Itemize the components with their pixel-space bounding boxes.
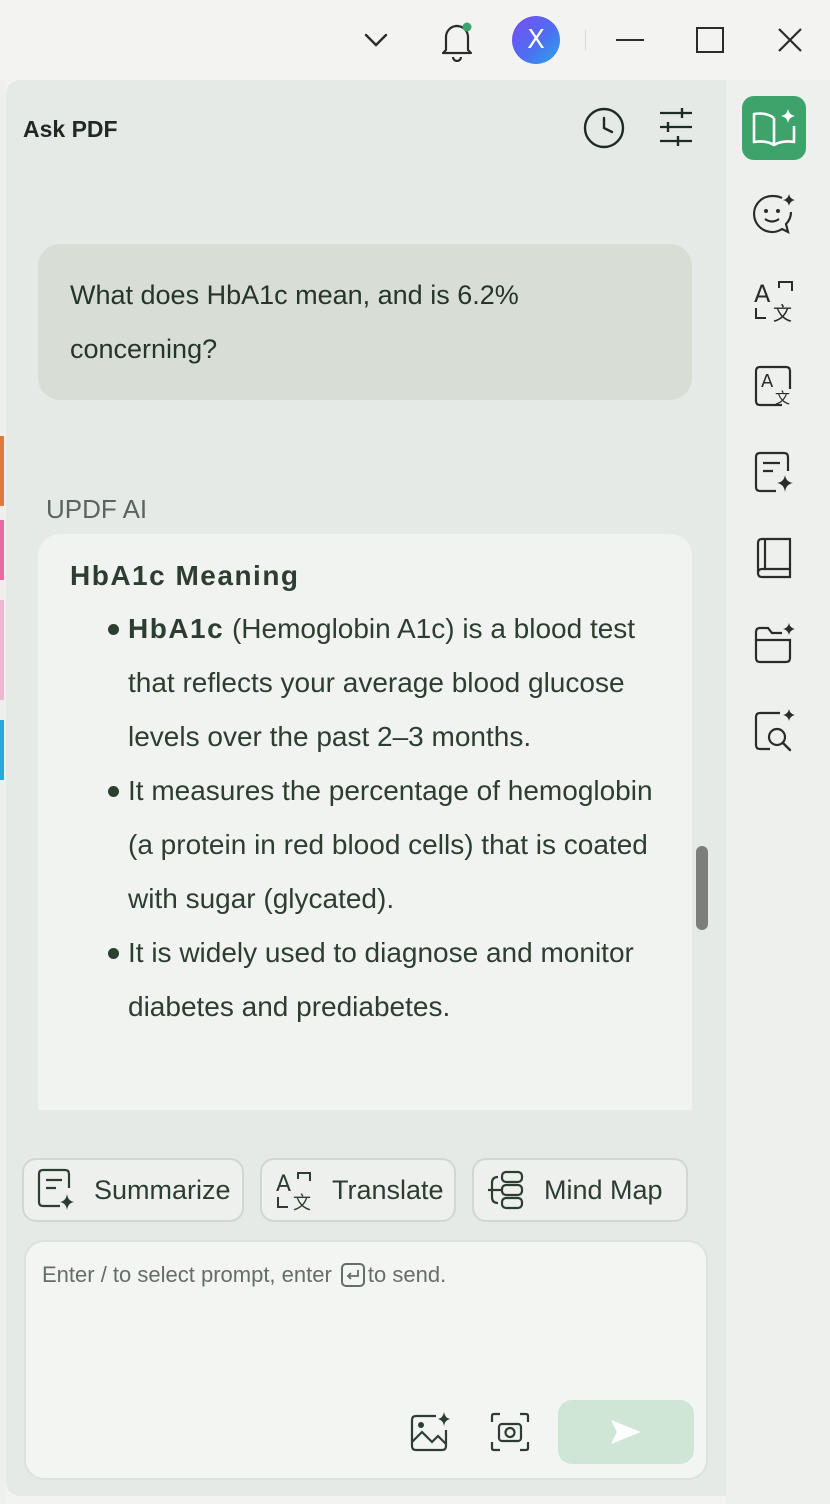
divider	[585, 30, 586, 50]
image-upload-icon[interactable]	[408, 1410, 452, 1458]
edge-mark	[0, 520, 4, 580]
ask-pdf-panel: Ask PDF What does HbA1c mean, and is 6.2…	[6, 80, 726, 1496]
svg-text:文: 文	[773, 303, 792, 322]
screenshot-icon[interactable]	[488, 1410, 532, 1458]
settings-sliders-icon[interactable]	[656, 106, 696, 152]
summarize-icon	[37, 1168, 74, 1210]
edge-mark	[0, 600, 4, 700]
svg-text:A: A	[276, 1172, 291, 1197]
chip-label: Summarize	[94, 1174, 231, 1205]
ai-folder-icon[interactable]	[742, 612, 806, 676]
bullet-bold-term: HbA1c	[128, 613, 225, 644]
list-item: It is widely used to diagnose and monito…	[108, 926, 662, 1034]
prompt-input[interactable]: Enter / to select prompt, enter to send.	[24, 1240, 708, 1480]
mind-map-icon	[488, 1170, 524, 1210]
minimize-icon[interactable]	[610, 20, 650, 60]
panel-title: Ask PDF	[23, 116, 118, 142]
response-heading: HbA1c Meaning	[70, 560, 300, 591]
scrollbar-thumb[interactable]	[696, 846, 708, 930]
ask-pdf-icon[interactable]	[742, 96, 806, 160]
chip-label: Translate	[332, 1174, 444, 1205]
enter-key-icon	[340, 1263, 365, 1287]
close-icon[interactable]	[770, 20, 810, 60]
response-bullets: HbA1c (Hemoglobin A1c) is a blood test t…	[70, 602, 662, 1034]
tool-rail: A 文 A 文	[726, 80, 830, 1504]
history-clock-icon[interactable]	[582, 106, 626, 154]
chevron-down-icon[interactable]	[356, 20, 396, 60]
mind-map-button[interactable]: Mind Map	[472, 1158, 688, 1222]
translate-icon[interactable]: A 文	[742, 268, 806, 332]
summarize-button[interactable]: Summarize	[22, 1158, 244, 1222]
svg-text:A: A	[754, 280, 771, 308]
ai-search-icon[interactable]	[742, 698, 806, 762]
user-message-text: What does HbA1c mean, and is 6.2% concer…	[70, 280, 519, 364]
chat-ai-icon[interactable]	[742, 182, 806, 246]
translate-button[interactable]: A 文 Translate	[260, 1158, 456, 1222]
prompt-placeholder: Enter / to select prompt, enter to send.	[42, 1262, 446, 1288]
svg-text:A: A	[761, 371, 774, 392]
notification-dot	[462, 22, 472, 32]
send-button[interactable]	[558, 1400, 694, 1464]
bullet-text: It is widely used to diagnose and monito…	[128, 937, 634, 1022]
translate-doc-icon[interactable]: A 文	[742, 354, 806, 418]
placeholder-text: Enter / to select prompt, enter	[42, 1262, 338, 1287]
translate-icon: A 文	[276, 1172, 311, 1211]
edge-mark	[0, 436, 4, 506]
list-item: It measures the percentage of hemoglobin…	[108, 764, 662, 926]
bullet-text: It measures the percentage of hemoglobin…	[128, 775, 653, 914]
avatar-initial: X	[527, 25, 545, 55]
bell-icon[interactable]	[434, 16, 480, 64]
send-icon	[611, 1420, 641, 1444]
maximize-icon[interactable]	[690, 20, 730, 60]
avatar[interactable]: X	[512, 16, 560, 64]
chip-label: Mind Map	[544, 1174, 663, 1205]
edge-mark	[0, 720, 4, 780]
svg-text:文: 文	[775, 389, 790, 407]
title-bar: X	[0, 0, 830, 80]
ai-response: HbA1c Meaning HbA1c (Hemoglobin A1c) is …	[38, 534, 692, 1110]
list-item: HbA1c (Hemoglobin A1c) is a blood test t…	[108, 602, 662, 764]
ai-label: UPDF AI	[46, 494, 148, 524]
placeholder-text: to send.	[367, 1262, 447, 1287]
user-message: What does HbA1c mean, and is 6.2% concer…	[38, 244, 692, 400]
book-icon[interactable]	[742, 526, 806, 590]
svg-text:文: 文	[293, 1193, 311, 1211]
ai-summary-icon[interactable]	[742, 440, 806, 504]
